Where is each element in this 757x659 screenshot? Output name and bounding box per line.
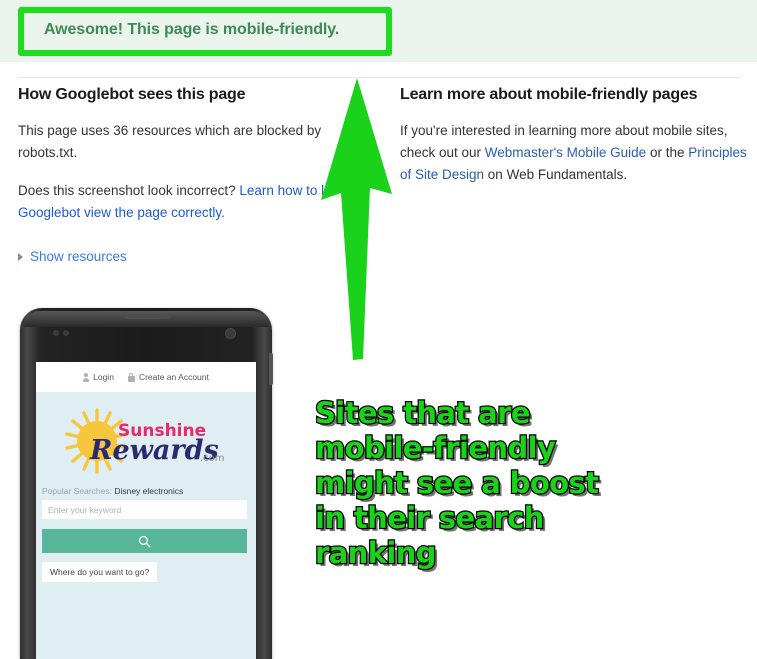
logo-suffix-com: .com bbox=[200, 453, 225, 464]
learn-more-middle: or the bbox=[646, 145, 689, 160]
destination-prompt[interactable]: Where do you want to go? bbox=[42, 562, 158, 582]
annotation-line-4: in their search bbox=[314, 500, 546, 537]
googlebot-column: How Googlebot sees this page This page u… bbox=[18, 86, 358, 240]
destination-prompt-label: Where do you want to go? bbox=[50, 567, 150, 577]
webmasters-mobile-guide-link[interactable]: Webmaster's Mobile Guide bbox=[485, 145, 646, 160]
keyword-placeholder: Enter your keyword bbox=[48, 504, 122, 515]
show-resources-label: Show resources bbox=[30, 249, 127, 264]
phone-power-button[interactable] bbox=[269, 353, 273, 385]
popular-searches-label: Popular Searches: bbox=[42, 486, 112, 496]
sunshine-rewards-logo: Sunshine Rewards .com bbox=[65, 408, 225, 474]
search-submit-button[interactable] bbox=[42, 529, 247, 553]
learn-more-suffix: on Web Fundamentals. bbox=[484, 167, 628, 182]
create-account-label: Create an Account bbox=[138, 372, 209, 382]
phone-sensor-icon bbox=[53, 330, 59, 336]
show-resources-toggle[interactable]: Show resources bbox=[18, 249, 127, 264]
search-icon bbox=[138, 535, 151, 548]
incorrect-prefix: Does this screenshot look incorrect? bbox=[18, 183, 240, 198]
annotation-line-1: Sites that are bbox=[314, 395, 532, 432]
phone-sensor-secondary-icon bbox=[63, 330, 69, 336]
login-link[interactable]: Login bbox=[83, 372, 114, 382]
chevron-right-icon bbox=[18, 252, 23, 261]
phone-screenshot-preview: Login Create an Account Sunshine Rewards… bbox=[20, 308, 273, 659]
annotation-line-2: mobile-friendly bbox=[314, 430, 557, 467]
create-account-link[interactable]: Create an Account bbox=[127, 372, 209, 382]
phone-speaker bbox=[124, 314, 170, 319]
keyword-search-input[interactable]: Enter your keyword bbox=[42, 500, 247, 519]
left-column-heading: How Googlebot sees this page bbox=[18, 86, 246, 103]
login-label: Login bbox=[93, 372, 114, 382]
annotation-text: Sites that are mobile-friendly might see… bbox=[314, 395, 645, 572]
phone-camera-icon bbox=[225, 328, 236, 339]
annotation-line-5: ranking bbox=[314, 535, 438, 572]
learn-more-text: If you're interested in learning more ab… bbox=[400, 120, 750, 186]
screenshot-incorrect-text: Does this screenshot look incorrect? Lea… bbox=[18, 180, 358, 224]
lock-icon bbox=[127, 372, 135, 382]
person-icon bbox=[83, 372, 90, 382]
annotation-line-3: might see a boost bbox=[314, 465, 601, 502]
right-column-heading: Learn more about mobile-friendly pages bbox=[400, 86, 698, 103]
popular-searches-row: Popular Searches: Disney electronics bbox=[42, 486, 183, 496]
site-nav-bar: Login Create an Account bbox=[36, 362, 256, 392]
learn-more-column: Learn more about mobile-friendly pages I… bbox=[400, 86, 750, 202]
blocked-resources-text: This page uses 36 resources which are bl… bbox=[18, 123, 322, 160]
section-divider bbox=[18, 77, 740, 78]
phone-screen: Login Create an Account Sunshine Rewards… bbox=[36, 362, 256, 659]
popular-search-terms[interactable]: Disney electronics bbox=[114, 486, 183, 496]
highlight-annotation-box bbox=[18, 7, 392, 56]
